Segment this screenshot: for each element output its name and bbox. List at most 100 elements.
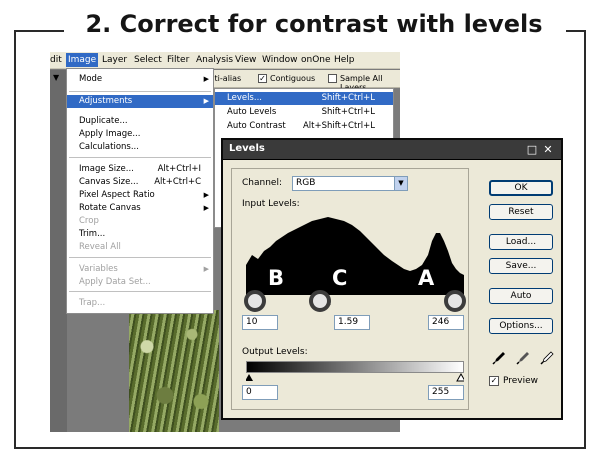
image-menu-item[interactable]: Duplicate... bbox=[67, 115, 213, 128]
output-gradient bbox=[246, 361, 464, 373]
gray-eyedropper-icon[interactable] bbox=[515, 350, 531, 366]
menu-item-label: Variables bbox=[79, 264, 118, 274]
preview-checkbox[interactable]: ✓ bbox=[489, 376, 499, 386]
submenu-arrow-icon: ▶ bbox=[203, 75, 209, 83]
tool-strip: ▼ bbox=[50, 70, 67, 432]
menu-help[interactable]: Help bbox=[334, 54, 355, 66]
menu-layer[interactable]: Layer bbox=[102, 54, 127, 66]
preview-label: Preview bbox=[503, 376, 539, 386]
output-slider[interactable] bbox=[246, 373, 464, 383]
menu-separator bbox=[69, 291, 211, 292]
options-button[interactable]: Options... bbox=[489, 318, 553, 334]
channel-select[interactable]: RGB ▼ bbox=[292, 176, 408, 191]
menu-item-shortcut: Shift+Ctrl+L bbox=[321, 107, 375, 117]
menu-bar: dit Image Layer Select Filter Analysis V… bbox=[50, 52, 400, 69]
output-white-field[interactable]: 255 bbox=[428, 385, 464, 400]
white-eyedropper-icon[interactable] bbox=[539, 350, 555, 366]
menu-item-shortcut: Alt+Ctrl+I bbox=[157, 164, 201, 174]
image-menu-item[interactable]: Adjustments ▶ bbox=[67, 95, 213, 108]
callout-label-a: A bbox=[418, 266, 435, 290]
dialog-titlebar: Levels □ ✕ bbox=[223, 140, 561, 160]
menu-separator bbox=[69, 91, 211, 92]
submenu-arrow-icon: ▶ bbox=[203, 204, 209, 212]
submenu-arrow-icon: ▶ bbox=[203, 265, 209, 273]
menu-filter[interactable]: Filter bbox=[167, 54, 189, 66]
menu-item-shortcut: Alt+Shift+Ctrl+L bbox=[302, 121, 375, 131]
menu-separator bbox=[69, 157, 211, 158]
load-button[interactable]: Load... bbox=[489, 234, 553, 250]
black-eyedropper-icon[interactable] bbox=[491, 350, 507, 366]
dropdown-icon[interactable]: ▼ bbox=[53, 73, 59, 82]
image-menu-item[interactable]: Trim... bbox=[67, 228, 213, 241]
menu-item-label: Reveal All bbox=[79, 242, 121, 252]
chevron-down-icon[interactable]: ▼ bbox=[394, 177, 407, 190]
menu-analysis[interactable]: Analysis bbox=[196, 54, 233, 66]
contiguous-label: Contiguous bbox=[270, 74, 316, 83]
menu-item-label: Apply Data Set... bbox=[79, 277, 151, 287]
callout-label-b: B bbox=[268, 266, 285, 290]
input-slider[interactable] bbox=[246, 295, 464, 311]
menu-item-label: Crop bbox=[79, 216, 99, 226]
image-menu-item[interactable]: Rotate Canvas ▶ bbox=[67, 202, 213, 215]
menu-item-label: Apply Image... bbox=[79, 129, 141, 139]
menu-item-label: Mode bbox=[79, 74, 103, 84]
adjustments-item[interactable]: Auto Levels Shift+Ctrl+L bbox=[215, 106, 393, 119]
callout-circle-white bbox=[444, 290, 466, 312]
menu-view[interactable]: View bbox=[235, 54, 256, 66]
menu-item-label: Trap... bbox=[79, 298, 106, 308]
menu-item-shortcut: Alt+Ctrl+C bbox=[154, 177, 201, 187]
menu-item-label: Calculations... bbox=[79, 142, 139, 152]
output-white-handle bbox=[456, 373, 464, 382]
menu-item-label: Canvas Size... bbox=[79, 177, 139, 187]
image-menu-item[interactable]: Apply Image... bbox=[67, 128, 213, 141]
input-gamma-field[interactable]: 1.59 bbox=[334, 315, 370, 330]
menu-item-label: Trim... bbox=[79, 229, 106, 239]
image-menu-item: Crop bbox=[67, 215, 213, 228]
image-menu-item[interactable]: Pixel Aspect Ratio ▶ bbox=[67, 189, 213, 202]
output-black-handle bbox=[246, 374, 253, 381]
image-menu-item[interactable]: Calculations... bbox=[67, 141, 213, 154]
image-menu-item: Reveal All bbox=[67, 241, 213, 254]
channel-value: RGB bbox=[296, 178, 316, 188]
page-title: 2. Correct for contrast with levels bbox=[64, 6, 564, 42]
output-levels-label: Output Levels: bbox=[242, 347, 308, 357]
menu-item-label: Rotate Canvas bbox=[79, 203, 141, 213]
menu-separator bbox=[69, 257, 211, 258]
adjustments-item[interactable]: Levels... Shift+Ctrl+L bbox=[215, 92, 393, 105]
channel-label: Channel: bbox=[242, 178, 282, 188]
callout-circle-black bbox=[244, 290, 266, 312]
menu-item-label: Auto Contrast bbox=[227, 121, 286, 131]
adjustments-item[interactable]: Auto Contrast Alt+Shift+Ctrl+L bbox=[215, 120, 393, 133]
reset-button[interactable]: Reset bbox=[489, 204, 553, 220]
auto-button[interactable]: Auto bbox=[489, 288, 553, 304]
input-white-field[interactable]: 246 bbox=[428, 315, 464, 330]
menu-item-shortcut: Shift+Ctrl+L bbox=[321, 93, 375, 103]
menu-window[interactable]: Window bbox=[262, 54, 298, 66]
save-button[interactable]: Save... bbox=[489, 258, 553, 274]
submenu-arrow-icon: ▶ bbox=[203, 97, 209, 105]
output-black-field[interactable]: 0 bbox=[242, 385, 278, 400]
image-menu-item[interactable]: Image Size... Alt+Ctrl+I bbox=[67, 163, 213, 176]
callout-circle-gamma bbox=[309, 290, 331, 312]
menu-item-label: Duplicate... bbox=[79, 116, 128, 126]
menu-onone[interactable]: onOne bbox=[301, 54, 331, 66]
contiguous-checkbox[interactable]: ✓ bbox=[258, 74, 267, 83]
image-menu-item: Trap... bbox=[67, 297, 213, 310]
ok-button[interactable]: OK bbox=[489, 180, 553, 196]
submenu-arrow-icon: ▶ bbox=[203, 191, 209, 199]
input-levels-label: Input Levels: bbox=[242, 199, 300, 209]
input-black-field[interactable]: 10 bbox=[242, 315, 278, 330]
image-menu-item: Apply Data Set... bbox=[67, 276, 213, 289]
dialog-title: Levels bbox=[229, 143, 265, 154]
image-menu-item[interactable]: Canvas Size... Alt+Ctrl+C bbox=[67, 176, 213, 189]
sample-all-checkbox[interactable] bbox=[328, 74, 337, 83]
menu-image[interactable]: Image bbox=[66, 53, 99, 67]
close-icon[interactable]: ✕ bbox=[541, 143, 555, 156]
image-menu: Mode ▶ Adjustments ▶ Duplicate... Apply Image… bbox=[66, 68, 214, 314]
menu-select[interactable]: Select bbox=[134, 54, 162, 66]
menu-item-label: Pixel Aspect Ratio bbox=[79, 190, 155, 200]
menu-edit[interactable]: dit bbox=[50, 54, 62, 66]
maximize-icon[interactable]: □ bbox=[525, 143, 539, 156]
image-menu-item[interactable]: Mode ▶ bbox=[67, 73, 213, 86]
image-menu-item: Variables ▶ bbox=[67, 263, 213, 276]
